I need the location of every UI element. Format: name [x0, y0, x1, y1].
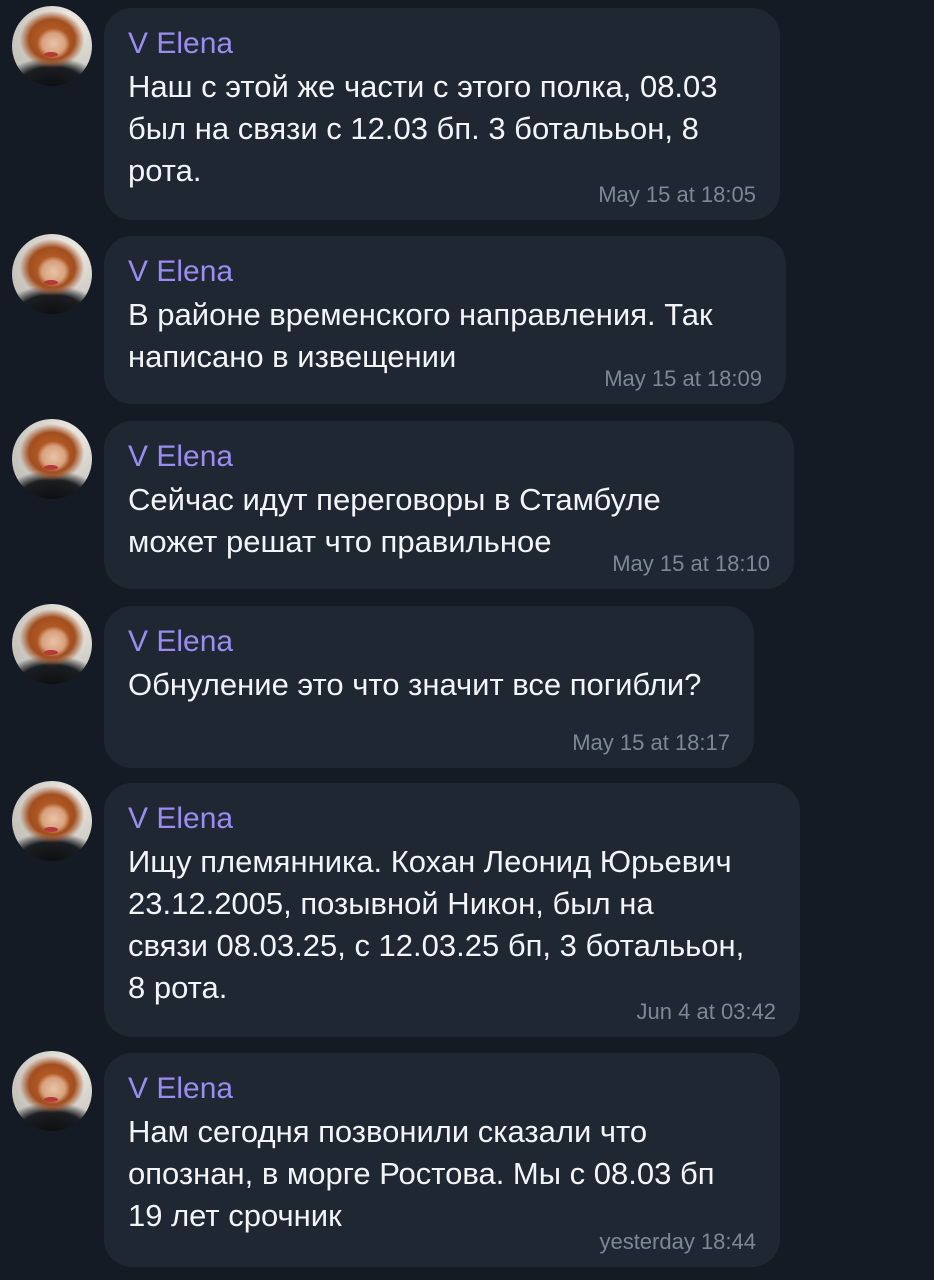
message-bubble[interactable]: V Elena Обнуление это что значит все пог…: [104, 606, 754, 768]
avatar[interactable]: [12, 1051, 92, 1131]
message-bubble[interactable]: V Elena Сейчас идут переговоры в Стамбул…: [104, 421, 794, 589]
message-text: Нам сегодня позвонили сказали что опозна…: [128, 1114, 715, 1233]
message-timestamp: May 15 at 18:10: [612, 551, 770, 576]
sender-name[interactable]: V Elena: [128, 1071, 756, 1111]
message-timestamp: May 15 at 18:05: [598, 182, 756, 207]
message-text: Обнуление это что значит все погибли?: [128, 667, 702, 702]
avatar[interactable]: [12, 234, 92, 314]
message-bubble[interactable]: V Elena В районе временского направления…: [104, 236, 786, 404]
message-text: Наш с этой же части с этого полка, 08.03…: [128, 69, 718, 188]
sender-name[interactable]: V Elena: [128, 254, 762, 294]
avatar[interactable]: [12, 419, 92, 499]
message-timestamp: May 15 at 18:17: [572, 730, 730, 755]
message-bubble[interactable]: V Elena Наш с этой же части с этого полк…: [104, 8, 780, 220]
message-bubble[interactable]: V Elena Нам сегодня позвонили сказали чт…: [104, 1053, 780, 1267]
sender-name[interactable]: V Elena: [128, 624, 730, 664]
message-timestamp: Jun 4 at 03:42: [636, 999, 776, 1024]
chat-history: V Elena Наш с этой же части с этого полк…: [0, 0, 934, 1280]
message-timestamp: May 15 at 18:09: [604, 366, 762, 391]
sender-name[interactable]: V Elena: [128, 801, 776, 841]
message-text: Ищу племянника. Кохан Леонид Юрьевич 23.…: [128, 844, 745, 1005]
avatar[interactable]: [12, 6, 92, 86]
avatar[interactable]: [12, 604, 92, 684]
sender-name[interactable]: V Elena: [128, 439, 770, 479]
sender-name[interactable]: V Elena: [128, 26, 756, 66]
avatar[interactable]: [12, 781, 92, 861]
message-bubble[interactable]: V Elena Ищу племянника. Кохан Леонид Юрь…: [104, 783, 800, 1037]
message-timestamp: yesterday 18:44: [599, 1229, 756, 1254]
